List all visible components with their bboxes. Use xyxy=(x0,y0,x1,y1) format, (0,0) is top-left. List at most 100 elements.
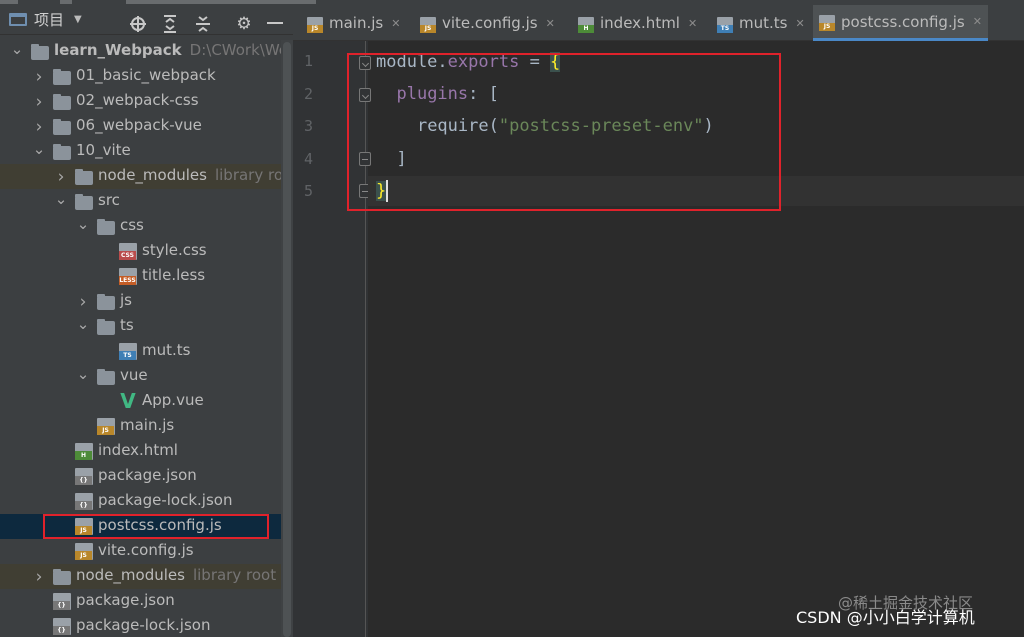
tree-item-text: package.json xyxy=(98,466,197,484)
close-icon[interactable]: ✕ xyxy=(973,15,982,28)
file-type-icon: JS xyxy=(97,418,115,435)
close-icon[interactable]: ✕ xyxy=(795,17,804,30)
tab-label: postcss.config.js xyxy=(841,12,965,31)
file-type-icon: {} xyxy=(53,618,71,635)
tree-file[interactable]: {} package-lock.json xyxy=(0,614,293,637)
tree-item-text: App.vue xyxy=(142,391,204,409)
tree-item-label: vite.config.js xyxy=(98,541,194,559)
file-type-icon: JS xyxy=(819,15,835,31)
expand-all-icon[interactable] xyxy=(159,13,181,35)
tree-item-label: node_modules xyxy=(76,566,185,584)
project-panel-header: 项目 ▼ ⚙ xyxy=(0,5,293,35)
editor-tab[interactable]: Hindex.html ✕ xyxy=(572,5,703,41)
chevron-down-icon[interactable]: ⌄ xyxy=(10,39,24,64)
tree-folder[interactable]: ⌄ learn_Webpack D:\CWork\WebS xyxy=(0,39,293,64)
tree-item-hint: library root xyxy=(192,566,277,584)
tab-label: vite.config.js xyxy=(442,14,538,32)
folder-icon xyxy=(75,194,93,210)
tree-scrollbar[interactable] xyxy=(281,40,293,637)
chevron-right-icon[interactable]: › xyxy=(32,564,46,589)
locate-icon[interactable] xyxy=(127,13,149,35)
tree-item-text: src xyxy=(98,191,120,209)
chevron-right-icon[interactable]: › xyxy=(76,289,90,314)
tree-item-text: 06_webpack-vue xyxy=(76,116,202,134)
hide-icon[interactable] xyxy=(264,13,286,35)
tree-folder[interactable]: › 01_basic_webpack xyxy=(0,64,293,89)
tree-item-text: main.js xyxy=(120,416,174,434)
tree-file[interactable]: Hindex.html xyxy=(0,439,293,464)
folder-icon xyxy=(53,69,71,85)
tree-folder[interactable]: ⌄ vue xyxy=(0,364,293,389)
tree-file[interactable]: {} package-lock.json xyxy=(0,489,293,514)
tree-file[interactable]: {} package.json xyxy=(0,589,293,614)
chevron-down-icon[interactable]: ▼ xyxy=(74,14,82,25)
folder-icon xyxy=(53,569,71,585)
tree-folder[interactable]: › 06_webpack-vue xyxy=(0,114,293,139)
tree-folder[interactable]: ⌄ src xyxy=(0,189,293,214)
tree-item-text: 01_basic_webpack xyxy=(76,66,216,84)
tree-folder[interactable]: › node_modules library root xyxy=(0,164,293,189)
editor-tab[interactable]: JS postcss.config.js ✕ xyxy=(813,5,988,41)
tree-file[interactable]: TS mut.ts xyxy=(0,339,293,364)
tree-folder[interactable]: › 02_webpack-css xyxy=(0,89,293,114)
folder-icon xyxy=(53,144,71,160)
tree-folder[interactable]: › node_modules library root xyxy=(0,564,293,589)
line-number: 4 xyxy=(303,150,313,168)
chevron-down-icon[interactable]: ⌄ xyxy=(76,314,90,339)
tab-label: index.html xyxy=(600,14,680,32)
tree-item-label: main.js xyxy=(120,416,175,434)
editor-tab-bar: JS main.js ✕ JS vite.config.js ✕ Hindex.html ✕ T… xyxy=(293,5,1024,41)
tree-item-label: package-lock.json xyxy=(98,491,233,509)
code-highlight-box xyxy=(347,53,781,211)
tree-file[interactable]: JS vite.config.js xyxy=(0,539,293,564)
chevron-down-icon[interactable]: ⌄ xyxy=(32,139,46,164)
tree-item-label: 01_basic_webpack xyxy=(76,66,216,84)
tree-item-text: package-lock.json xyxy=(76,616,210,634)
tree-file[interactable]: V App.vue xyxy=(0,389,293,414)
file-type-icon: {} xyxy=(75,493,93,510)
tree-item-label: App.vue xyxy=(142,391,204,409)
tree-item-text: ts xyxy=(120,316,134,334)
watermark-csdn: CSDN @小小白学计算机 xyxy=(796,608,975,627)
settings-icon[interactable]: ⚙ xyxy=(233,13,255,35)
tree-folder[interactable]: › js xyxy=(0,289,293,314)
tree-item-label: js xyxy=(120,291,132,309)
tree-file[interactable]: LESS title.less xyxy=(0,264,293,289)
project-panel-title[interactable]: 项目 xyxy=(34,9,64,30)
tree-folder[interactable]: ⌄ css xyxy=(0,214,293,239)
close-icon[interactable]: ✕ xyxy=(391,17,400,30)
editor-tab[interactable]: JS main.js ✕ xyxy=(301,5,406,41)
tree-item-label: title.less xyxy=(142,266,206,284)
chevron-down-icon[interactable]: ⌄ xyxy=(54,189,68,214)
chevron-right-icon[interactable]: › xyxy=(32,64,46,89)
tree-item-text: vite.config.js xyxy=(98,541,194,559)
folder-icon xyxy=(97,219,115,235)
tree-folder[interactable]: ⌄ ts xyxy=(0,314,293,339)
tree-item-text: learn_Webpack D:\CWork\WebS xyxy=(54,41,293,59)
file-type-icon: H xyxy=(578,16,594,33)
close-icon[interactable]: ✕ xyxy=(688,17,697,30)
code-editor[interactable]: 1 2 3 4 5 module.exports = { plugins: [ … xyxy=(293,41,1024,637)
close-icon[interactable]: ✕ xyxy=(546,17,555,30)
tree-file[interactable]: {} package.json xyxy=(0,464,293,489)
chevron-right-icon[interactable]: › xyxy=(32,114,46,139)
folder-icon xyxy=(97,369,115,385)
tree-item-label: 02_webpack-css xyxy=(76,91,199,109)
tree-item-label: node_modules xyxy=(98,166,207,184)
chevron-right-icon[interactable]: › xyxy=(54,164,68,189)
editor-tab[interactable]: TS mut.ts ✕ xyxy=(711,5,811,41)
chevron-down-icon[interactable]: ⌄ xyxy=(76,214,90,239)
tree-folder[interactable]: ⌄ 10_vite xyxy=(0,139,293,164)
collapse-all-icon[interactable] xyxy=(192,13,214,35)
file-type-icon: JS xyxy=(307,16,323,33)
tree-item-text: index.html xyxy=(98,441,178,459)
chevron-down-icon[interactable]: ⌄ xyxy=(76,364,90,389)
tree-scrollbar-thumb[interactable] xyxy=(283,42,291,637)
vue-file-icon: V xyxy=(120,389,136,413)
tree-file[interactable]: CSS style.css xyxy=(0,239,293,264)
tree-item-label: package.json xyxy=(76,591,175,609)
tree-item-label: package-lock.json xyxy=(76,616,211,634)
chevron-right-icon[interactable]: › xyxy=(32,89,46,114)
editor-tab[interactable]: JS vite.config.js ✕ xyxy=(414,5,561,41)
tree-file[interactable]: JS main.js xyxy=(0,414,293,439)
